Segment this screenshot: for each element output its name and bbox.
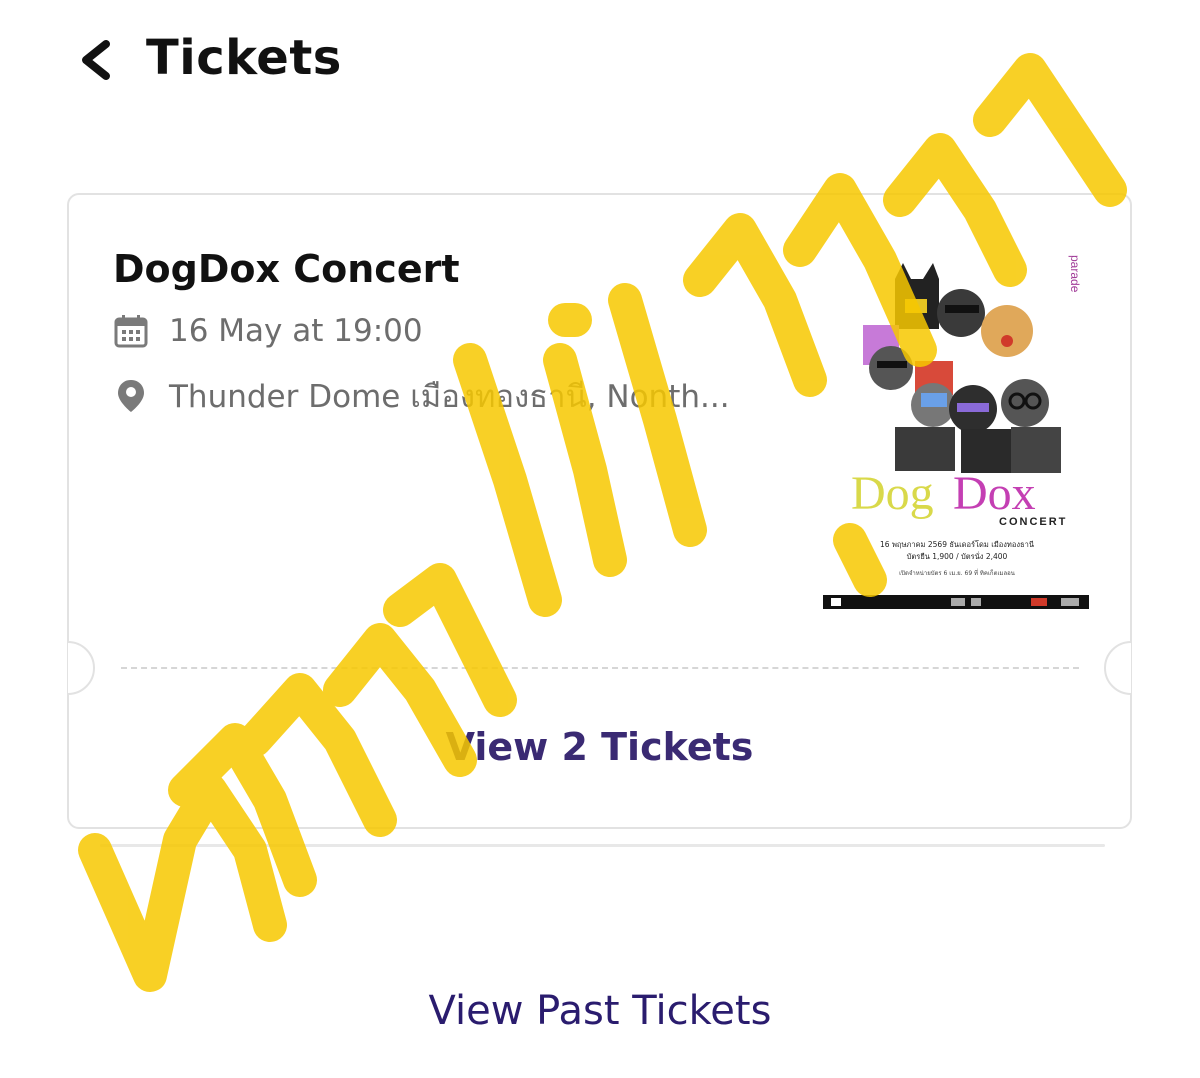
poster-subtitle: CONCERT	[999, 516, 1067, 528]
view-past-tickets-link[interactable]: View Past Tickets	[0, 988, 1200, 1034]
poster-info-line2: บัตรยืน 1,900 / บัตรนั่ง 2,400	[907, 551, 1008, 561]
card-stack-edge	[100, 844, 1105, 847]
page-title: Tickets	[146, 30, 342, 86]
calendar-icon	[114, 315, 148, 348]
ticket-notch-right	[1104, 641, 1131, 695]
back-button[interactable]	[70, 30, 130, 90]
ticket-notch-left	[68, 641, 95, 695]
poster-info-line3: เปิดจำหน่ายบัตร 6 เม.ย. 69 ที่ ทิคเก็ตเม…	[899, 568, 1015, 577]
event-poster-image: parade Dog Dox CONCERT 16 พฤษภาคม 2569 ธ…	[821, 243, 1093, 615]
event-date-row: 16 May at 19:00	[113, 313, 423, 349]
poster-brand: parade	[1068, 255, 1082, 293]
location-pin-icon	[118, 380, 144, 412]
event-title: DogDox Concert	[113, 247, 460, 291]
ticket-card[interactable]: DogDox Concert 16 May at 19:00 Thunder D…	[67, 193, 1132, 829]
poster-title-dog: Dog	[851, 467, 934, 520]
view-tickets-button[interactable]: View 2 Tickets	[69, 725, 1130, 769]
event-venue: Thunder Dome เมืองทองธานี, Nonth...	[169, 379, 730, 415]
ticket-divider	[121, 667, 1079, 669]
poster-info-line1: 16 พฤษภาคม 2569 ธันเดอร์โดม เมืองทองธานี	[880, 540, 1034, 549]
event-date: 16 May at 19:00	[169, 313, 423, 349]
header-bar: Tickets	[0, 0, 1200, 120]
poster-title-dox: Dox	[953, 467, 1036, 520]
chevron-left-icon	[82, 40, 110, 80]
event-venue-row: Thunder Dome เมืองทองธานี, Nonth...	[113, 371, 730, 421]
